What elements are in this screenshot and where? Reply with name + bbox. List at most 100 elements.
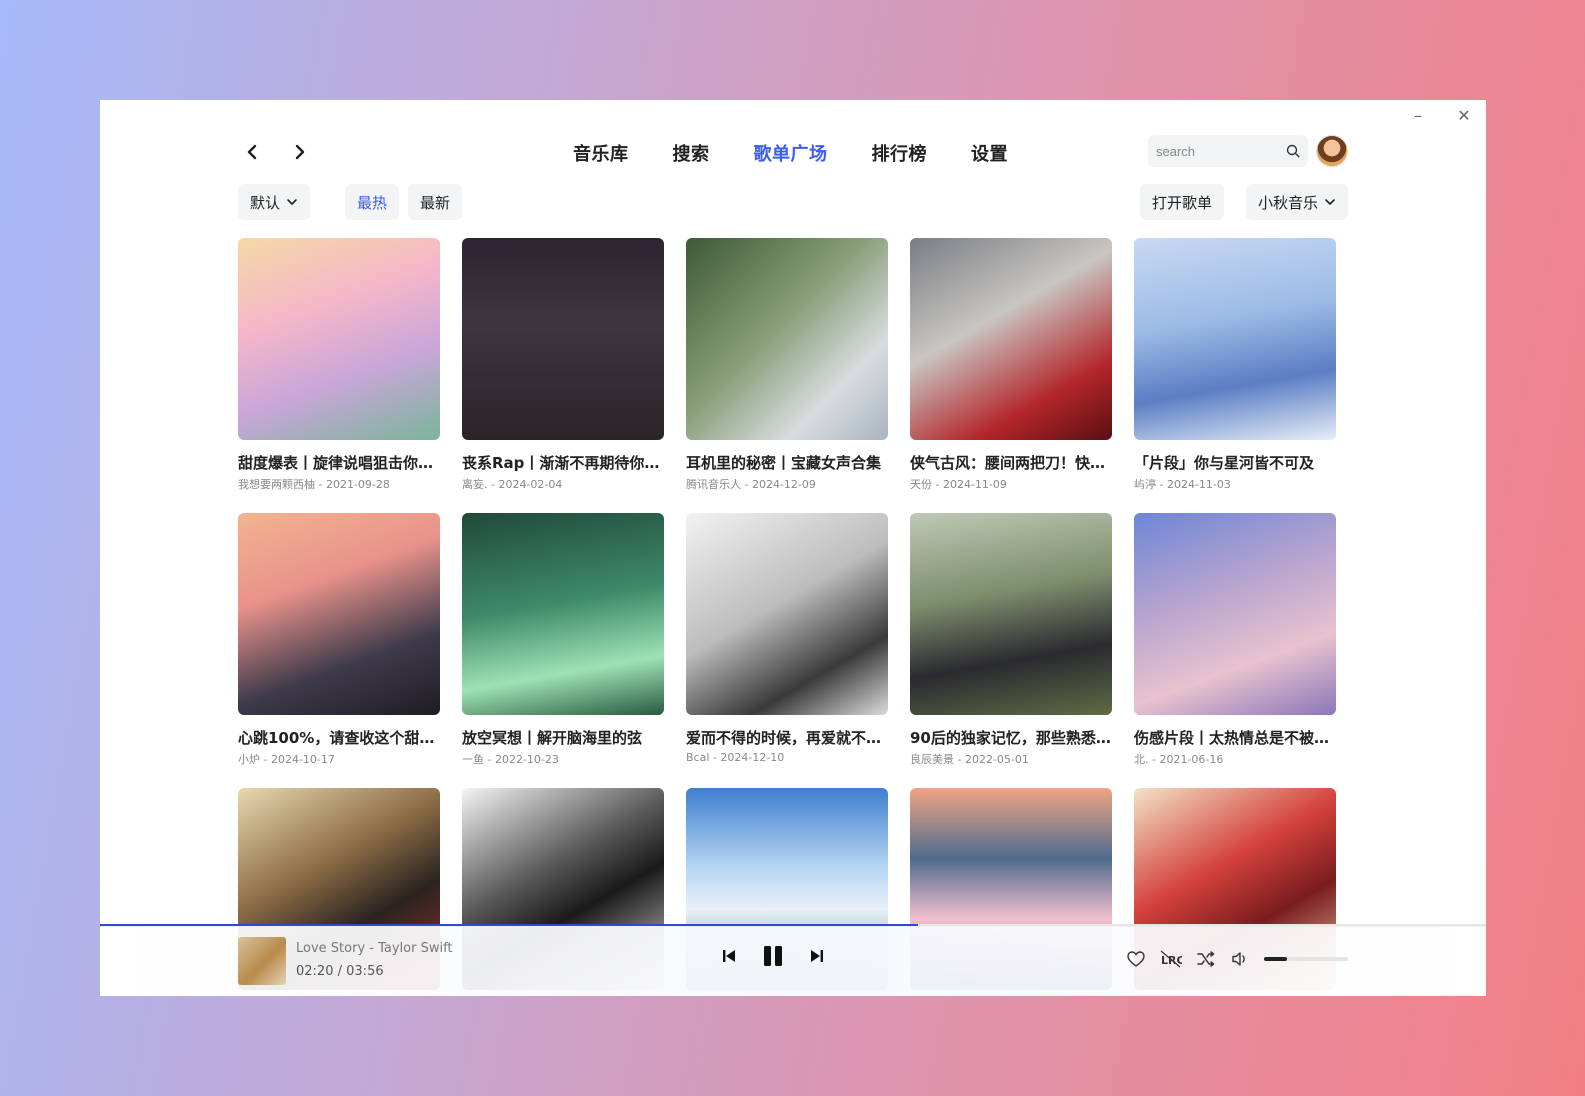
- now-playing-cover[interactable]: [238, 937, 286, 985]
- playlist-date: 2024-10-17: [270, 753, 335, 766]
- shuffle-icon: [1197, 951, 1215, 967]
- search-input[interactable]: [1156, 143, 1276, 159]
- playlist-cover[interactable]: [1134, 513, 1336, 715]
- playlist-title[interactable]: 侠气古风：腰间两把刀！快意恩仇: [910, 452, 1112, 473]
- top-header: 音乐库 搜索 歌单广场 排行榜 设置: [238, 130, 1348, 180]
- back-button[interactable]: [238, 138, 266, 166]
- playlist-cover[interactable]: [238, 238, 440, 440]
- nav-search[interactable]: 搜索: [673, 140, 710, 166]
- open-playlist-button[interactable]: 打开歌单: [1139, 184, 1224, 220]
- playlist-card[interactable]: 「片段」你与星河皆不可及屿渟 - 2024-11-03: [1134, 238, 1336, 492]
- tab-hottest[interactable]: 最热: [345, 184, 400, 220]
- forward-button[interactable]: [286, 138, 314, 166]
- meta-separator: -: [709, 751, 721, 764]
- source-dropdown[interactable]: 小秋音乐: [1245, 184, 1348, 220]
- playlist-card[interactable]: 爱而不得的时候，再爱就不礼貌了 Bcal - 2024-12-10: [686, 513, 888, 764]
- playlist-date: 2022-10-23: [494, 753, 559, 766]
- like-button[interactable]: [1126, 949, 1146, 969]
- playlist-author: 屿渟: [1134, 478, 1156, 491]
- playlist-card[interactable]: 丧系Rap丨渐渐不再期待你的回复离妄. - 2024-02-04: [462, 238, 664, 492]
- chevron-left-icon: [247, 144, 257, 160]
- playlist-title[interactable]: 甜度爆表丨旋律说唱狙击你的心: [238, 452, 440, 473]
- skip-previous-icon: [723, 950, 735, 962]
- lyrics-button[interactable]: LRC: [1160, 949, 1182, 969]
- chevron-down-icon: [1325, 199, 1335, 205]
- playlist-meta: 小炉 - 2024-10-17: [238, 751, 440, 767]
- next-button[interactable]: [808, 947, 826, 965]
- nav-library[interactable]: 音乐库: [573, 140, 629, 166]
- lyrics-icon: LRC: [1160, 950, 1182, 968]
- previous-button[interactable]: [720, 947, 738, 965]
- nav-playlist-square[interactable]: 歌单广场: [754, 140, 828, 166]
- playlist-meta: 良辰美景 - 2022-05-01: [910, 751, 1112, 767]
- playlist-author: Bcal: [686, 751, 710, 764]
- playlist-card[interactable]: 放空冥想丨解开脑海里的弦 一鱼 - 2022-10-23: [462, 513, 664, 767]
- sort-dropdown[interactable]: 默认: [238, 184, 311, 220]
- playlist-date: 2024-12-10: [720, 751, 785, 764]
- now-playing-title[interactable]: Love Story - Taylor Swift: [296, 941, 453, 956]
- playlist-date: 2021-09-28: [325, 478, 390, 491]
- nav-charts[interactable]: 排行榜: [872, 140, 928, 166]
- meta-separator: -: [954, 753, 965, 766]
- playlist-title[interactable]: 耳机里的秘密丨宝藏女声合集: [686, 452, 888, 473]
- tab-newest[interactable]: 最新: [408, 184, 463, 220]
- meta-separator: -: [315, 478, 326, 491]
- playlist-meta: 北. - 2021-06-16: [1134, 751, 1336, 767]
- meta-separator: -: [487, 478, 499, 491]
- playlist-card[interactable]: 耳机里的秘密丨宝藏女声合集 腾讯音乐人 - 2024-12-09: [686, 238, 888, 492]
- avatar[interactable]: [1316, 135, 1348, 167]
- playlist-cover[interactable]: [686, 513, 888, 715]
- pause-button[interactable]: [760, 943, 786, 969]
- playlist-card[interactable]: 伤感片段丨太热情总是不被珍惜北. - 2021-06-16: [1134, 513, 1336, 767]
- playlist-title[interactable]: 90后的独家记忆，那些熟悉的旋律: [910, 727, 1112, 748]
- playlist-cover[interactable]: [686, 238, 888, 440]
- playlist-title[interactable]: 「片段」你与星河皆不可及: [1134, 452, 1336, 473]
- pause-icon: [764, 946, 782, 966]
- playlist-title[interactable]: 伤感片段丨太热情总是不被珍惜: [1134, 727, 1336, 748]
- search-box: [1148, 135, 1308, 167]
- player-bar: Love Story - Taylor Swift 02:20 / 03:56 …: [100, 926, 1486, 996]
- playlist-cover[interactable]: [462, 238, 664, 440]
- chevron-right-icon: [295, 144, 305, 160]
- playlist-meta: 屿渟 - 2024-11-03: [1134, 476, 1336, 492]
- playlist-title[interactable]: 心跳100%，请查收这个甜蜜歌单: [238, 727, 440, 748]
- playlist-author: 北.: [1134, 753, 1149, 766]
- playlist-card[interactable]: 甜度爆表丨旋律说唱狙击你的心我想要两颗西柚 - 2021-09-28: [238, 238, 440, 492]
- close-icon[interactable]: ✕: [1454, 106, 1474, 126]
- playlist-cover[interactable]: [910, 238, 1112, 440]
- playlist-author: 我想要两颗西柚: [238, 478, 315, 491]
- playlist-title[interactable]: 爱而不得的时候，再爱就不礼貌了: [686, 727, 888, 748]
- playlist-cover[interactable]: [910, 513, 1112, 715]
- volume-icon: [1232, 952, 1245, 966]
- app-window: – ✕ 音乐库 搜索 歌单广场 排行榜 设置 默认: [100, 100, 1486, 996]
- playlist-cover[interactable]: [1134, 238, 1336, 440]
- playlist-title[interactable]: 放空冥想丨解开脑海里的弦: [462, 727, 664, 748]
- volume-button[interactable]: [1230, 949, 1250, 969]
- playlist-cover[interactable]: [462, 513, 664, 715]
- meta-separator: -: [1156, 478, 1167, 491]
- time-separator: /: [337, 964, 342, 979]
- playback-controls: [720, 943, 826, 969]
- playlist-title[interactable]: 丧系Rap丨渐渐不再期待你的回复: [462, 452, 664, 473]
- meta-separator: -: [932, 478, 943, 491]
- playlist-card[interactable]: 90后的独家记忆，那些熟悉的旋律良辰美景 - 2022-05-01: [910, 513, 1112, 767]
- playlist-meta: Bcal - 2024-12-10: [686, 751, 888, 764]
- sort-label: 默认: [250, 193, 281, 212]
- playlist-date: 2024-11-09: [942, 478, 1007, 491]
- shuffle-button[interactable]: [1196, 949, 1216, 969]
- playlist-date: 2024-12-09: [751, 478, 816, 491]
- playlist-date: 2022-05-01: [964, 753, 1029, 766]
- minimize-icon[interactable]: –: [1408, 106, 1428, 126]
- playlist-meta: 我想要两颗西柚 - 2021-09-28: [238, 476, 440, 492]
- playlist-card[interactable]: 侠气古风：腰间两把刀！快意恩仇天份 - 2024-11-09: [910, 238, 1112, 492]
- volume-slider[interactable]: [1264, 957, 1348, 961]
- playlist-cover[interactable]: [238, 513, 440, 715]
- player-extras: LRC: [1126, 949, 1348, 969]
- chevron-down-icon: [287, 199, 297, 205]
- playlist-meta: 离妄. - 2024-02-04: [462, 476, 664, 492]
- search-icon[interactable]: [1286, 144, 1300, 158]
- meta-separator: -: [1148, 753, 1160, 766]
- playlist-card[interactable]: 心跳100%，请查收这个甜蜜歌单小炉 - 2024-10-17: [238, 513, 440, 767]
- filter-bar: 默认 最热 最新 打开歌单 小秋音乐: [238, 184, 1348, 220]
- nav-settings[interactable]: 设置: [971, 140, 1008, 166]
